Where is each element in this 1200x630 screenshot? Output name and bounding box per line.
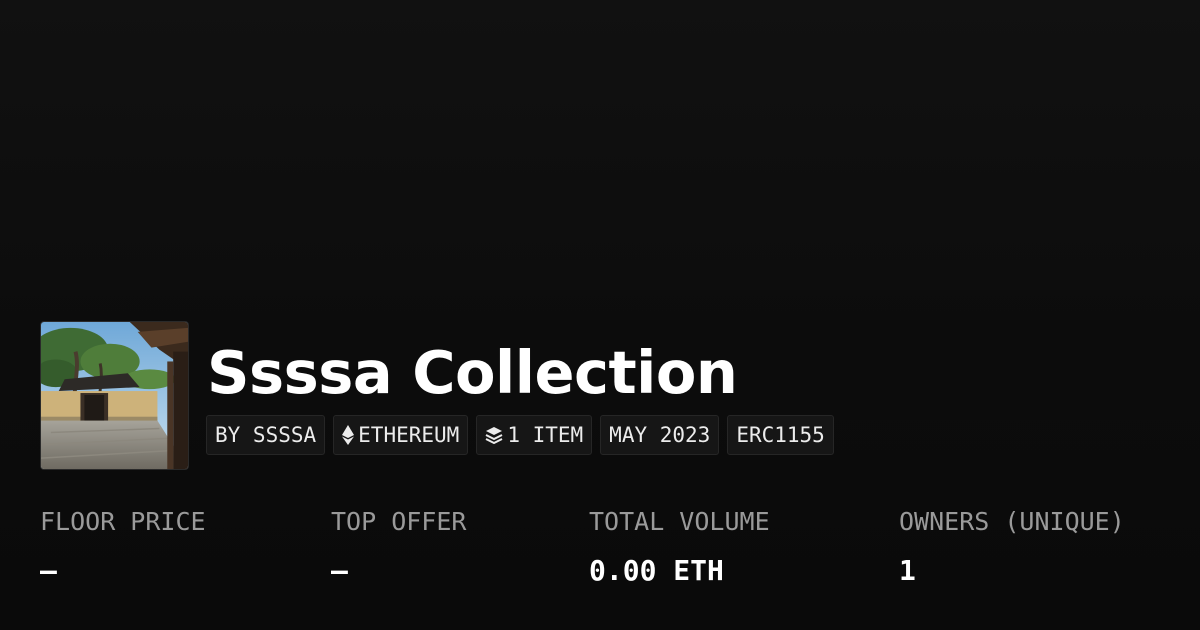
stat-label: FLOOR PRICE: [40, 507, 206, 536]
items-tag: 1 ITEM: [476, 415, 593, 455]
standard-tag: ERC1155: [727, 415, 834, 455]
stat-floor-price: FLOOR PRICE –: [40, 505, 206, 588]
standard-tag-label: ERC1155: [736, 423, 825, 447]
collection-thumbnail-image: [41, 322, 188, 469]
stat-value: 1: [899, 554, 916, 587]
stat-owners: OWNERS (UNIQUE) 1: [899, 505, 1125, 588]
stat-label: OWNERS (UNIQUE): [899, 507, 1125, 536]
ethereum-icon: [342, 425, 355, 445]
stat-label: TOP OFFER: [331, 507, 467, 536]
stat-value: 0.00 ETH: [589, 554, 724, 587]
collection-thumbnail: [40, 321, 189, 470]
creator-tag[interactable]: BY SSSSA: [206, 415, 326, 455]
date-tag-label: MAY 2023: [609, 423, 711, 447]
stat-total-volume: TOTAL VOLUME 0.00 ETH: [589, 505, 770, 588]
collection-tags: BY SSSSA ETHEREUM 1 ITEM MAY 2023 ERC115…: [206, 415, 834, 455]
stat-value: –: [331, 554, 348, 587]
collection-title: Ssssa Collection: [207, 338, 738, 407]
stat-top-offer: TOP OFFER –: [331, 505, 466, 588]
layers-icon: [485, 426, 503, 444]
creator-tag-label: BY SSSSA: [215, 423, 317, 447]
date-tag: MAY 2023: [600, 415, 720, 455]
stat-label: TOTAL VOLUME: [589, 507, 770, 536]
items-tag-label: 1 ITEM: [507, 423, 584, 447]
chain-tag: ETHEREUM: [333, 415, 469, 455]
chain-tag-label: ETHEREUM: [358, 423, 460, 447]
stat-value: –: [40, 554, 57, 587]
